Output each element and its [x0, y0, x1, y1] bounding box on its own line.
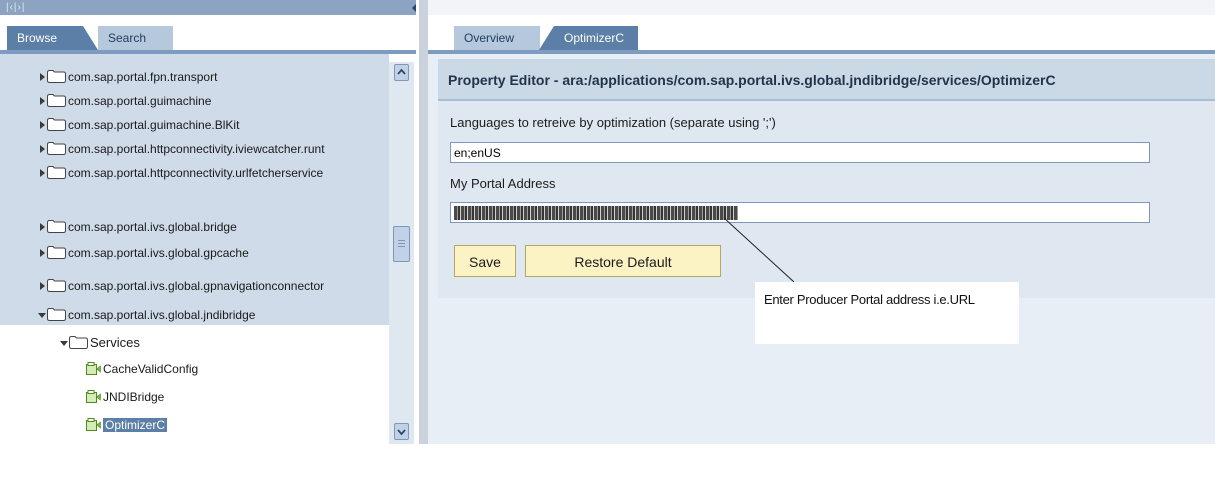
languages-label: Languages to retreive by optimization (s… [450, 115, 776, 130]
languages-field[interactable] [450, 142, 1150, 163]
chevron-down-icon[interactable] [38, 308, 46, 322]
scroll-down-button[interactable] [394, 423, 409, 440]
editor-area: Property Editor - ara:/applications/com.… [428, 54, 1215, 444]
folder-icon [47, 142, 66, 156]
tree-item-guimachine[interactable]: com.sap.portal.guimachine [38, 88, 211, 112]
chevron-right-icon[interactable] [38, 246, 46, 260]
tree-item-label: com.sap.portal.httpconnectivity.iviewcat… [68, 141, 325, 156]
right-pane-toolbar [428, 0, 1215, 15]
tab-separator [83, 26, 98, 50]
chevron-right-icon[interactable] [38, 279, 46, 293]
folder-icon [47, 118, 66, 132]
tree-item-label: JNDIBridge [103, 389, 165, 404]
tree-item-label: com.sap.portal.httpconnectivity.urlfetch… [68, 165, 324, 180]
tree-item-label: com.sap.portal.fpn.transport [68, 69, 218, 84]
tab-browse[interactable]: Browse [7, 26, 83, 50]
tab-separator [539, 26, 554, 50]
tree-item-iviewcatcher[interactable]: com.sap.portal.httpconnectivity.iviewcat… [38, 136, 325, 160]
tab-search[interactable]: Search [98, 26, 173, 50]
tree-item-urlfetcherservice[interactable]: com.sap.portal.httpconnectivity.urlfetch… [38, 160, 323, 184]
tree-scrollbar[interactable] [389, 62, 414, 444]
chevron-right-icon[interactable] [38, 220, 46, 234]
tree-item-guimachine-blkit[interactable]: com.sap.portal.guimachine.BlKit [38, 112, 239, 136]
grip-line [398, 243, 405, 244]
folder-icon [47, 70, 66, 84]
property-editor: Property Editor - ara:/applications/com.… [438, 59, 1215, 298]
folder-icon [47, 220, 66, 234]
scroll-up-icon [397, 68, 406, 75]
folder-icon [47, 94, 66, 108]
folder-icon [47, 166, 66, 180]
tree-item-gpcache[interactable]: com.sap.portal.ivs.global.gpcache [38, 240, 249, 264]
folder-icon [47, 246, 66, 260]
pane-divider[interactable] [419, 0, 428, 444]
chevron-right-icon[interactable] [38, 70, 46, 84]
left-tab-strip: Browse Search [0, 16, 416, 54]
tree-item-label-selected: OptimizerC [103, 417, 168, 432]
callout-box: Enter Producer Portal address i.e.URL [755, 282, 1019, 344]
tree-item-jndibridge[interactable]: com.sap.portal.ivs.global.jndibridge [38, 302, 255, 326]
collapse-pane-icon[interactable] [412, 4, 416, 12]
chevron-right-icon[interactable] [38, 166, 46, 180]
scroll-down-icon [397, 429, 406, 436]
tree-item-cachevalidconfig[interactable]: CacheValidConfig [86, 356, 198, 380]
tree-item-global-bridge[interactable]: com.sap.portal.ivs.global.bridge [38, 214, 237, 238]
service-icon [86, 390, 101, 404]
left-pane: |‹|›| Browse Search com.sap.portal.fpn.t… [0, 0, 416, 444]
chevron-right-icon[interactable] [38, 142, 46, 156]
tab-optimizerc[interactable]: OptimizerC [554, 26, 638, 50]
save-button[interactable]: Save [454, 245, 516, 277]
grip-line [398, 246, 405, 247]
portal-address-field[interactable] [450, 202, 1150, 223]
chevron-right-icon[interactable] [38, 118, 46, 132]
tree-item-label: com.sap.portal.ivs.global.gpnavigationco… [68, 278, 325, 293]
service-icon [86, 362, 101, 376]
tree-item-label: com.sap.portal.ivs.global.jndibridge [68, 307, 256, 322]
right-pane: Overview OptimizerC Property Editor - ar… [428, 0, 1215, 444]
tree-item-label: CacheValidConfig [103, 361, 199, 376]
tree-item-label: com.sap.portal.ivs.global.gpcache [68, 245, 249, 260]
portal-address-label: My Portal Address [450, 176, 556, 191]
tree-item-gpnavigationconnector[interactable]: com.sap.portal.ivs.global.gpnavigationco… [38, 273, 324, 297]
tree-item-label: com.sap.portal.ivs.global.bridge [68, 219, 237, 234]
left-pane-toolbar: |‹|›| [0, 0, 416, 15]
restore-default-button[interactable]: Restore Default [525, 245, 721, 277]
folder-icon [69, 336, 88, 350]
chevron-right-icon[interactable] [38, 94, 46, 108]
scroll-up-button[interactable] [394, 64, 409, 81]
tree-item-jndibridge-service[interactable]: JNDIBridge [86, 384, 164, 408]
property-editor-title: Property Editor - ara:/applications/com.… [448, 72, 1056, 88]
tab-overview[interactable]: Overview [454, 26, 540, 50]
chevron-down-icon[interactable] [60, 336, 68, 350]
tree-item-label: com.sap.portal.guimachine.BlKit [68, 117, 240, 132]
grip-line [398, 240, 405, 241]
pane-nav-arrows-icon[interactable]: |‹|›| [6, 0, 25, 15]
tree-item-label: com.sap.portal.guimachine [68, 93, 212, 108]
tree-item-fpn-transport[interactable]: com.sap.portal.fpn.transport [38, 64, 217, 88]
tree-item-label: Services [90, 334, 140, 350]
portal-tree: com.sap.portal.fpn.transport com.sap.por… [0, 54, 416, 444]
tree-item-services[interactable]: Services [60, 330, 140, 354]
folder-icon [47, 308, 66, 322]
property-editor-header: Property Editor - ara:/applications/com.… [438, 59, 1215, 101]
scroll-thumb[interactable] [393, 226, 410, 262]
tree-item-optimizerc[interactable]: OptimizerC [86, 412, 168, 436]
folder-icon [47, 279, 66, 293]
right-tab-strip: Overview OptimizerC [428, 16, 1215, 54]
service-icon [86, 418, 101, 432]
callout-text: Enter Producer Portal address i.e.URL [764, 292, 975, 307]
